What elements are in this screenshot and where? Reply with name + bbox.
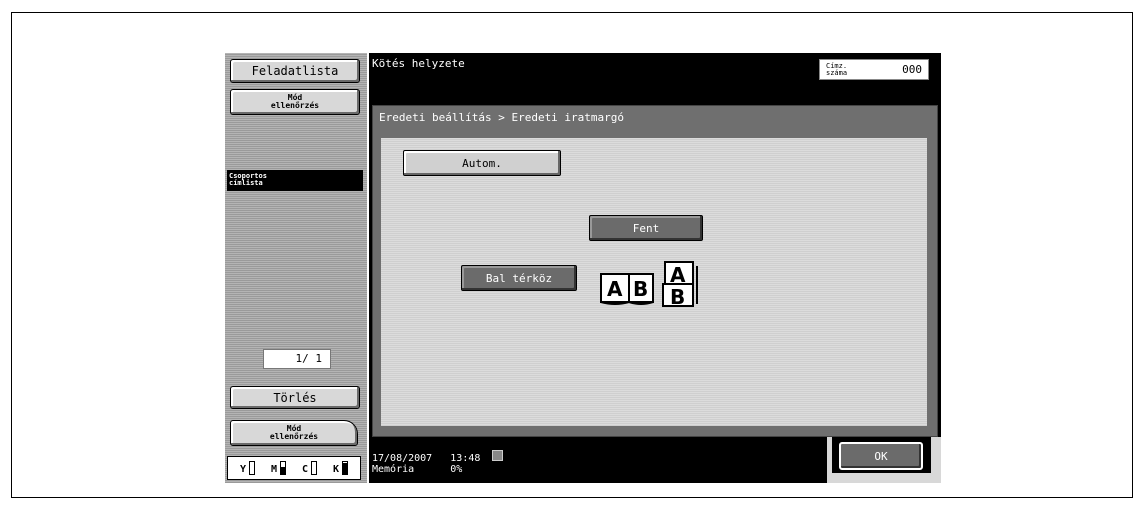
ok-button[interactable]: OK — [839, 442, 923, 470]
toner-m: M — [271, 461, 287, 475]
svg-text:B: B — [633, 277, 648, 301]
breadcrumb: Eredeti beállítás > Eredeti iratmargó — [373, 106, 937, 130]
status-date: 17/08/2007 — [372, 453, 433, 464]
memory-label: Memória — [372, 464, 415, 475]
top-label: Fent — [632, 221, 660, 235]
job-list-label: Feladatlista — [251, 64, 339, 78]
svg-text:B: B — [670, 285, 685, 309]
top-button[interactable]: Fent — [589, 215, 703, 241]
auto-label: Autom. — [462, 156, 502, 170]
page-indicator: 1/ 1 — [263, 349, 331, 369]
memory-value: 0% — [450, 464, 463, 475]
toner-k-fill — [343, 463, 348, 474]
svg-text:A: A — [607, 277, 623, 301]
left-sidebar: Feladatlista Mód ellenőrzés Csoportos cí… — [225, 53, 367, 483]
auto-button[interactable]: Autom. — [403, 150, 561, 176]
mode-check-button[interactable]: Mód ellenőrzés — [230, 89, 360, 115]
recipient-counter-label: Címz. száma — [826, 61, 848, 77]
left-margin-button[interactable]: Bal térköz — [461, 265, 577, 291]
screen-title: Kötés helyzete — [372, 57, 465, 70]
left-margin-label: Bal térköz — [485, 271, 553, 285]
delete-label: Törlés — [273, 390, 317, 405]
network-icon — [492, 450, 504, 461]
mode-check-bottom-button[interactable]: Mód ellenőrzés — [230, 420, 358, 446]
mode-check-label: Mód ellenőrzés — [270, 93, 320, 110]
recipient-counter-value: 000 — [902, 63, 922, 76]
toner-y: Y — [240, 461, 256, 475]
status-time: 13:48 — [450, 453, 481, 464]
svg-text:A: A — [670, 263, 686, 287]
job-list-button[interactable]: Feladatlista — [230, 59, 360, 83]
toner-m-fill — [281, 466, 286, 474]
delete-button[interactable]: Törlés — [230, 386, 360, 409]
toner-c: C — [302, 461, 318, 475]
main-screen: Kötés helyzete Címz. száma 000 Eredeti b… — [369, 53, 941, 483]
settings-panel: Eredeti beállítás > Eredeti iratmargó Au… — [372, 105, 938, 437]
recipient-counter: Címz. száma 000 — [819, 59, 929, 80]
status-bar: 17/08/2007 13:48 Memória 0% — [372, 450, 504, 475]
toner-levels: Y M C K — [227, 456, 361, 480]
book-pages-icon: A B A B — [600, 261, 698, 309]
ok-label: OK — [874, 449, 888, 463]
toner-k: K — [333, 461, 349, 475]
group-list-tab[interactable]: Csoportos címlista — [227, 170, 363, 191]
options-area: Autom. Fent Bal térköz A B A B — [381, 138, 927, 426]
mode-check-bottom-label: Mód ellenőrzés — [269, 424, 319, 441]
